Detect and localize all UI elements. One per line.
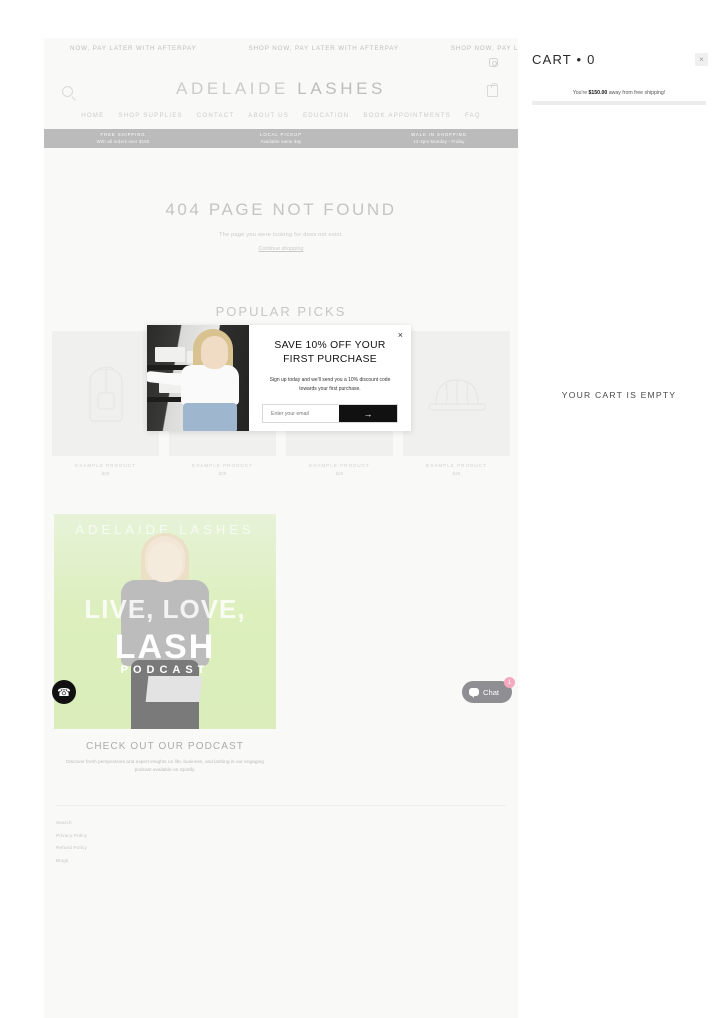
- free-shipping-note: You're $150.00 away from free shipping!: [518, 90, 720, 96]
- chat-bubble-icon: [469, 688, 479, 698]
- email-input[interactable]: [263, 405, 339, 423]
- phone-call-button[interactable]: ☎: [52, 680, 76, 704]
- shipping-amount: $150.00: [588, 90, 608, 96]
- popup-heading-line1: SAVE 10% OFF YOUR: [274, 340, 386, 351]
- shipping-pre: You're: [572, 90, 589, 96]
- popup-heading: SAVE 10% OFF YOUR FIRST PURCHASE: [262, 339, 398, 367]
- close-icon[interactable]: ×: [398, 331, 403, 340]
- phone-icon: ☎: [57, 686, 71, 699]
- cart-header: CART • 0 ×: [518, 38, 720, 67]
- chat-label: Chat: [483, 687, 500, 697]
- chat-widget-button[interactable]: Chat 1: [462, 677, 515, 703]
- email-signup-popup: × SAVE 10% OFF YOUR FIRST PURCHASE Sign …: [147, 325, 411, 431]
- popup-description: Sign up today and we'll send you a 10% d…: [269, 376, 391, 392]
- free-shipping-progress-bar: [532, 101, 706, 105]
- person-jeans: [183, 403, 237, 431]
- screenshot-root: NOW, PAY LATER WITH AFTERPAY SHOP NOW, P…: [0, 0, 720, 1018]
- popup-person-illustration: [147, 329, 243, 431]
- popup-image: [147, 325, 249, 431]
- submit-button[interactable]: →: [339, 405, 397, 423]
- chat-unread-badge: 1: [504, 677, 515, 688]
- close-icon[interactable]: ×: [695, 53, 708, 66]
- popup-body: × SAVE 10% OFF YOUR FIRST PURCHASE Sign …: [249, 325, 411, 431]
- shipping-post: away from free shipping!: [607, 90, 666, 96]
- cart-drawer: CART • 0 × You're $150.00 away from free…: [518, 38, 720, 1018]
- popup-heading-line2: FIRST PURCHASE: [283, 353, 377, 365]
- cart-empty-message: YOUR CART IS EMPTY: [561, 390, 677, 400]
- person-top: [181, 365, 239, 405]
- person-face: [201, 336, 228, 369]
- cart-title: CART • 0: [532, 52, 596, 67]
- popup-signup-form: →: [262, 404, 398, 424]
- modal-dim-overlay[interactable]: [44, 38, 518, 1018]
